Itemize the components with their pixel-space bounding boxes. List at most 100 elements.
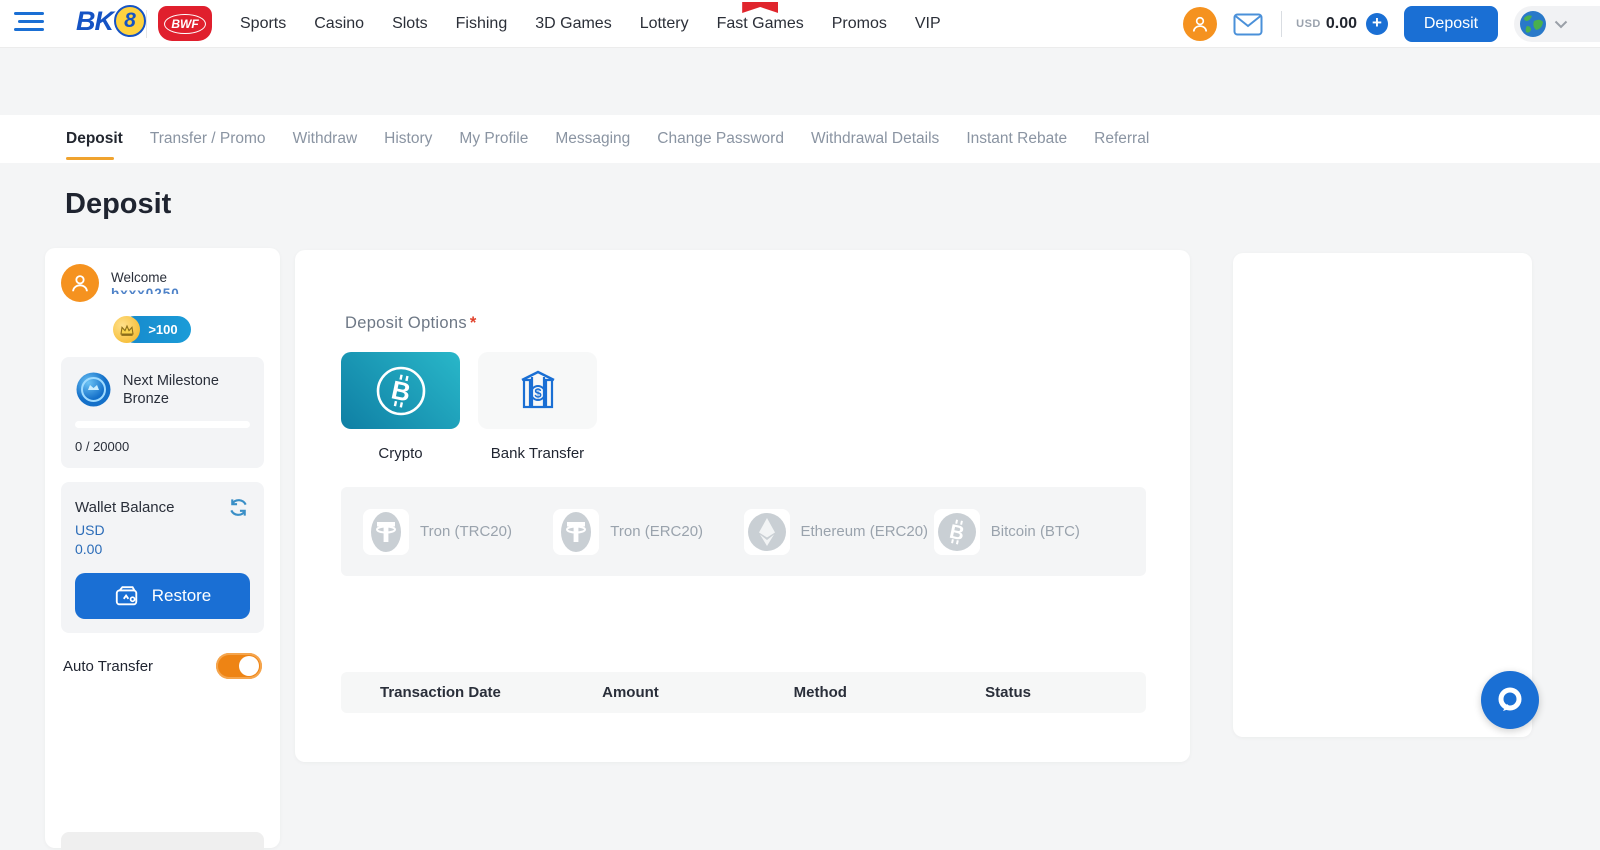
nav-3d-games[interactable]: 3D Games (535, 15, 611, 33)
wallet-currency: USD (75, 522, 250, 538)
balance-currency: USD (1296, 18, 1321, 30)
vip-level-badge[interactable]: >100 (113, 316, 191, 343)
tab-deposit[interactable]: Deposit (66, 115, 123, 163)
tab-my-profile[interactable]: My Profile (459, 115, 528, 163)
chat-bubble-icon (1494, 684, 1526, 716)
svg-text:$: $ (534, 385, 542, 400)
tab-instant-rebate[interactable]: Instant Rebate (966, 115, 1067, 163)
milestone-text: Next Milestone Bronze (123, 371, 219, 408)
crypto-option-label: Tron (ERC20) (610, 523, 703, 540)
th-method: Method (794, 684, 986, 701)
mail-icon[interactable] (1233, 13, 1263, 36)
crypto-option-tron-trc20[interactable]: Tron (TRC20) (363, 509, 553, 555)
add-funds-button[interactable]: + (1366, 13, 1388, 35)
nav-vip[interactable]: VIP (915, 15, 941, 33)
globe-icon (1518, 9, 1548, 39)
welcome-row: Welcome bxxx0250 (61, 264, 264, 302)
chevron-down-icon (1554, 20, 1568, 29)
th-amount: Amount (602, 684, 794, 701)
deposit-panel: Deposit Options* B Crypto (295, 250, 1190, 762)
crypto-option-label: Tron (TRC20) (420, 523, 512, 540)
method-crypto[interactable]: B Crypto (341, 352, 460, 462)
main-nav: Sports Casino Slots Fishing 3D Games Lot… (240, 0, 941, 48)
bitcoin-icon: B (936, 511, 978, 553)
nav-fishing[interactable]: Fishing (456, 15, 508, 33)
crown-icon (113, 316, 140, 343)
auto-transfer-row: Auto Transfer (61, 647, 264, 679)
user-avatar[interactable] (1183, 7, 1217, 41)
tab-change-password[interactable]: Change Password (657, 115, 784, 163)
language-selector[interactable] (1514, 6, 1600, 42)
crypto-option-bitcoin-btc[interactable]: B Bitcoin (BTC) (934, 509, 1124, 555)
top-header: BK 8 BWF Sports Casino Slots Fishing 3D … (0, 0, 1600, 48)
nav-promos[interactable]: Promos (832, 15, 887, 33)
auto-transfer-label: Auto Transfer (63, 658, 153, 675)
deposit-method-row: B Crypto $ Bank Transfer (341, 352, 597, 462)
tab-withdrawal-details[interactable]: Withdrawal Details (811, 115, 939, 163)
nav-fast-games[interactable]: Fast Games (717, 15, 804, 33)
bk8-logo-eight: 8 (114, 5, 146, 37)
balance-amount: 0.00 (1326, 15, 1357, 33)
wallet-card: Wallet Balance USD 0.00 Restore (61, 482, 264, 633)
tether-icon (366, 509, 406, 555)
header-deposit-button[interactable]: Deposit (1404, 6, 1498, 42)
transactions-table-header: Transaction Date Amount Method Status (341, 672, 1146, 713)
bwf-logo-text: BWF (164, 14, 205, 34)
bank-icon: $ (514, 367, 562, 415)
crypto-option-label: Bitcoin (BTC) (991, 523, 1080, 540)
next-card-sliver (61, 832, 264, 850)
method-bank-transfer[interactable]: $ Bank Transfer (478, 352, 597, 462)
milestone-tier: Bronze (123, 390, 219, 408)
tab-withdraw[interactable]: Withdraw (293, 115, 358, 163)
deposit-options-label: Deposit Options* (345, 314, 477, 333)
right-panel (1233, 253, 1532, 737)
th-status: Status (985, 684, 1146, 701)
milestone-title: Next Milestone (123, 372, 219, 390)
nav-casino[interactable]: Casino (314, 15, 364, 33)
method-bank-label: Bank Transfer (478, 445, 597, 462)
tab-messaging[interactable]: Messaging (555, 115, 630, 163)
auto-transfer-toggle[interactable] (216, 653, 262, 679)
header-right-cluster: USD 0.00 + Deposit (1183, 0, 1600, 48)
welcome-label: Welcome (111, 264, 180, 285)
person-icon (1190, 14, 1210, 34)
header-divider (1281, 11, 1282, 37)
menu-icon[interactable] (14, 12, 48, 36)
username-clipped: bxxx0250 (111, 285, 180, 294)
wallet-amount: 0.00 (75, 541, 250, 557)
restore-button-label: Restore (152, 586, 212, 606)
method-crypto-label: Crypto (341, 445, 460, 462)
sidebar-avatar (61, 264, 99, 302)
milestone-progressbar (75, 421, 250, 428)
hot-ribbon-icon (742, 2, 778, 13)
tab-history[interactable]: History (384, 115, 432, 163)
person-icon (69, 272, 91, 294)
th-transaction-date: Transaction Date (380, 684, 602, 701)
logo-divider (146, 10, 147, 38)
crypto-option-ethereum-erc20[interactable]: Ethereum (ERC20) (744, 509, 934, 555)
account-tabbar: Deposit Transfer / Promo Withdraw Histor… (0, 115, 1600, 163)
live-chat-button[interactable] (1481, 671, 1539, 729)
page-title: Deposit (65, 188, 171, 221)
nav-sports[interactable]: Sports (240, 15, 286, 33)
required-asterisk: * (470, 314, 477, 332)
nav-slots[interactable]: Slots (392, 15, 428, 33)
wallet-restore-icon (114, 583, 140, 609)
restore-button[interactable]: Restore (75, 573, 250, 619)
crypto-option-tron-erc20[interactable]: Tron (ERC20) (553, 509, 743, 555)
nav-lottery[interactable]: Lottery (640, 15, 689, 33)
refresh-icon[interactable] (227, 496, 250, 519)
bk8-logo-text: BK (76, 6, 113, 37)
milestone-progress-value: 0 / 20000 (75, 439, 250, 454)
tether-icon (556, 509, 596, 555)
bwf-logo[interactable]: BWF (158, 6, 212, 41)
crypto-option-label: Ethereum (ERC20) (801, 523, 929, 540)
wallet-title: Wallet Balance (75, 499, 175, 516)
crypto-options-row: Tron (TRC20) Tron (ERC20) Ethereum (ERC2… (341, 487, 1146, 576)
bk8-logo[interactable]: BK 8 (76, 5, 146, 37)
tab-referral[interactable]: Referral (1094, 115, 1149, 163)
tab-transfer-promo[interactable]: Transfer / Promo (150, 115, 266, 163)
milestone-card: Next Milestone Bronze 0 / 20000 (61, 357, 264, 468)
milestone-coin-icon (75, 371, 112, 408)
ethereum-icon (746, 511, 788, 553)
